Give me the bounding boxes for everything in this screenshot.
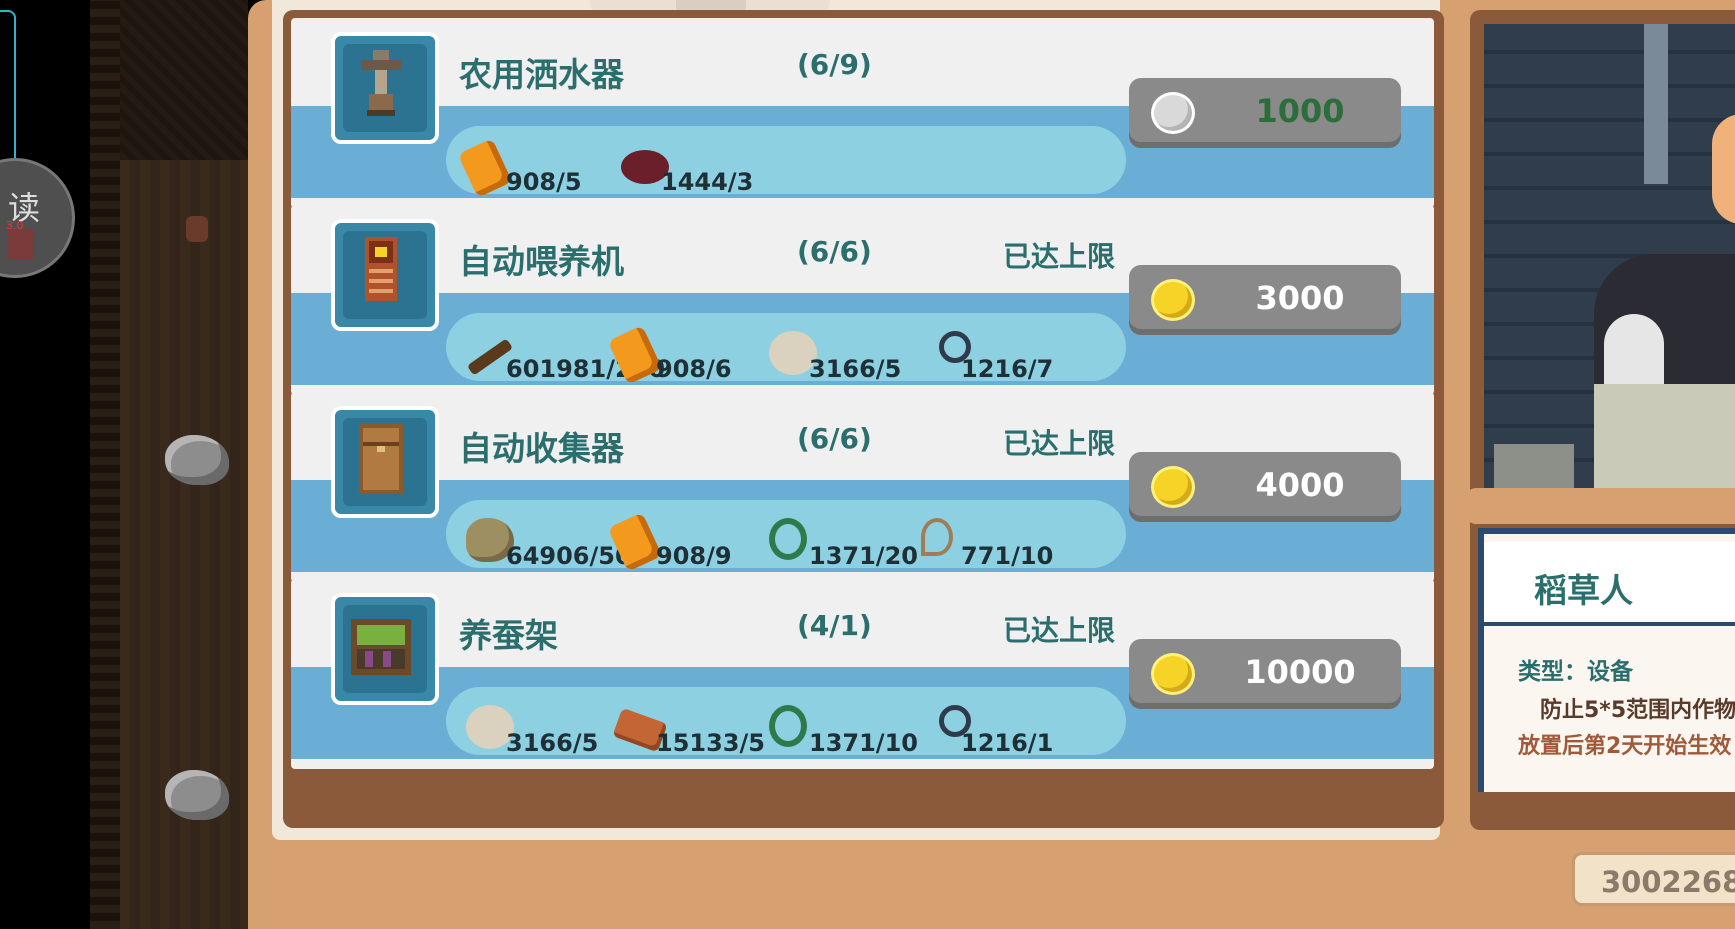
cash-register-icon [1594,384,1735,492]
material-item: 1216/1 [921,705,1061,759]
item-detail-card: 稻草人 类型：设备 防止5*5范围内作物 放置后第2天开始生效 [1478,528,1735,792]
material-item: 601981/250 [466,331,665,385]
material-amount: 908/5 [506,168,582,196]
shop-item-row[interactable]: 自动收集器 (6/6) 已达上限 4000 64906/50 908/9 137… [291,392,1434,582]
gold-coin-icon [1151,279,1195,321]
icon-frame [343,231,427,319]
buy-button[interactable]: 1000 [1129,78,1401,148]
item-limit-label: 已达上限 [1003,240,1116,273]
silkworm-rack-icon [331,593,439,705]
material-amount: 908/9 [656,542,732,570]
rope-icon [921,518,953,556]
copper-ingot-icon [607,325,663,385]
silver-coin-icon [1151,92,1195,134]
copper-ingot-icon [607,512,663,572]
material-item: 3166/5 [769,331,909,385]
icon-frame [343,605,427,693]
material-item: 15133/5 [612,705,766,759]
shopkeeper-portrait [1484,24,1735,492]
shopkeeper-face [1712,114,1735,224]
auto-feeder-icon [331,219,439,331]
vine-icon [769,518,807,560]
detail-title: 稻草人 [1534,571,1633,610]
cave-wall [90,0,120,929]
auto-collector-icon [331,406,439,518]
game-world-background [0,0,248,929]
vine-icon [769,705,807,747]
counter-ledge [1466,488,1735,524]
material-amount: 1371/20 [809,542,918,570]
auto-collector-sprite [359,424,403,494]
item-name: 养蚕架 [459,616,558,655]
material-amount: 1371/10 [809,729,918,757]
bookmark-icon [8,229,34,259]
item-name: 农用洒水器 [459,55,624,94]
material-item: 1444/3 [621,144,771,198]
material-amount: 3166/5 [506,729,599,757]
gold-coin-icon [1151,466,1195,508]
material-item: 64906/50 [466,518,632,572]
icon-frame [343,418,427,506]
item-count: (6/9) [797,48,872,81]
item-count: (6/6) [797,235,872,268]
material-amount: 64906/50 [506,542,632,570]
item-name: 自动收集器 [459,429,624,468]
material-amount: 3166/5 [809,355,902,383]
material-item: 3166/5 [466,705,606,759]
item-count: (4/1) [797,609,872,642]
material-amount: 15133/5 [656,729,765,757]
material-amount: 908/6 [656,355,732,383]
material-item: 1371/20 [769,518,919,572]
item-limit-label: 已达上限 [1003,427,1116,460]
material-item: 908/5 [457,138,606,198]
pipe-icon [1644,24,1668,184]
auto-feeder-sprite [365,237,397,301]
item-name: 自动喂养机 [459,242,624,281]
buy-button[interactable]: 10000 [1129,639,1401,709]
telephone-icon [1494,444,1574,492]
sprinkler-sprite [361,50,401,116]
shop-list[interactable]: 农用洒水器 (6/9) 1000 908/5 1444/3 自动喂养机 (6/6… [283,10,1444,828]
material-item: 771/10 [921,518,1061,572]
shop-item-row[interactable]: 农用洒水器 (6/9) 1000 908/5 1444/3 [291,18,1434,208]
detail-description: 防止5*5范围内作物 [1540,698,1735,723]
gold-coin-icon [1151,653,1195,695]
buy-button[interactable]: 3000 [1129,265,1401,335]
material-amount: 1216/1 [961,729,1054,757]
silkworm-rack-sprite [351,619,411,675]
buy-button[interactable]: 4000 [1129,452,1401,522]
shop-item-row[interactable]: 自动喂养机 (6/6) 已达上限 3000 601981/250 908/6 3… [291,205,1434,395]
icon-frame [343,44,427,132]
money-amount: 3002268 [1601,865,1735,899]
price-value: 3000 [1255,279,1345,317]
money-display: 3002268 [1572,852,1735,906]
shop-item-row[interactable]: 养蚕架 (4/1) 已达上限 10000 3166/5 15133/5 1371… [291,579,1434,769]
price-value: 4000 [1255,466,1345,504]
material-item: 908/9 [607,512,736,572]
copper-ingot-icon [457,138,513,198]
material-amount: 1444/3 [661,168,754,196]
detail-effect-note: 放置后第2天开始生效 [1518,734,1732,759]
barrel-icon [186,216,208,242]
price-value: 10000 [1244,653,1356,691]
price-value: 1000 [1255,92,1345,130]
material-item: 1216/7 [921,331,1061,385]
material-amount: 771/10 [961,542,1054,570]
material-item: 908/6 [607,325,736,385]
material-amount: 1216/7 [961,355,1054,383]
item-count: (6/6) [797,422,872,455]
sprinkler-icon [331,32,439,144]
detail-type: 类型：设备 [1518,659,1633,685]
item-limit-label: 已达上限 [1003,614,1116,647]
material-item: 1371/10 [769,705,919,759]
